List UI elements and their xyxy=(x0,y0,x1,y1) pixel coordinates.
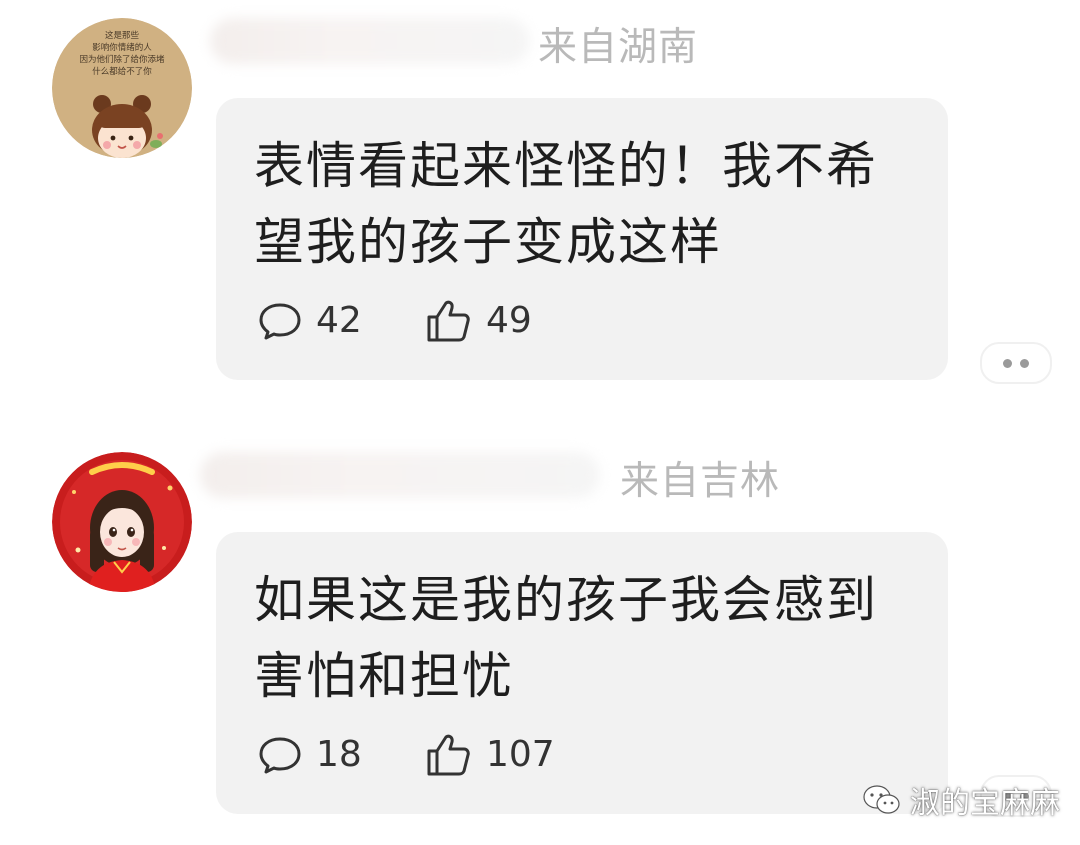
avatar-caption-line: 因为他们除了给你添堵 xyxy=(79,54,165,65)
reply-button[interactable]: 42 xyxy=(258,298,362,344)
comment-text: 表情看起来怪怪的！我不希望我的孩子变成这样 xyxy=(254,137,878,271)
like-button[interactable]: 107 xyxy=(426,732,555,778)
thumbs-up-icon xyxy=(426,733,472,777)
comment-text: 如果这是我的孩子我会感到害怕和担忧 xyxy=(254,571,878,705)
wechat-icon xyxy=(862,783,902,817)
reply-count: 18 xyxy=(316,734,362,775)
avatar[interactable] xyxy=(52,452,192,592)
comment-bubble[interactable]: 如果这是我的孩子我会感到害怕和担忧 18 107 xyxy=(216,532,948,814)
reply-count: 42 xyxy=(316,300,362,341)
avatar[interactable]: 这是那些 影响你情绪的人 因为他们除了给你添堵 什么都给不了你 xyxy=(52,18,192,158)
watermark-label: 淑的宝麻麻 xyxy=(910,786,1060,821)
avatar-caption-line: 这是那些 xyxy=(105,30,140,41)
like-count: 49 xyxy=(486,300,532,341)
avatar-girl-with-buns-image: 这是那些 影响你情绪的人 因为他们除了给你添堵 什么都给不了你 xyxy=(52,18,192,158)
avatar-caption-line: 影响你情绪的人 xyxy=(92,42,152,53)
avatar-new-year-girl-image xyxy=(52,452,192,592)
reply-button[interactable]: 18 xyxy=(258,732,362,778)
thumbs-up-icon xyxy=(426,299,472,343)
like-button[interactable]: 49 xyxy=(426,298,532,344)
like-count: 107 xyxy=(486,734,555,775)
account-watermark: 淑的宝麻麻 xyxy=(862,778,1060,822)
comment-location: 来自吉林 xyxy=(620,459,781,504)
comment-list: 这是那些 影响你情绪的人 因为他们除了给你添堵 什么都给不了你 来自湖南 表情看… xyxy=(0,0,1080,845)
more-dots-icon xyxy=(1003,358,1012,368)
username-blurred xyxy=(210,18,530,64)
more-options-button[interactable] xyxy=(980,342,1052,384)
comment-bubble-icon xyxy=(258,735,302,775)
comment-location: 来自湖南 xyxy=(538,25,699,70)
more-dots-icon xyxy=(1020,358,1029,368)
comment-bubble[interactable]: 表情看起来怪怪的！我不希望我的孩子变成这样 42 49 xyxy=(216,98,948,380)
comment-bubble-icon xyxy=(258,301,302,341)
username-blurred xyxy=(200,452,600,498)
avatar-caption-line: 什么都给不了你 xyxy=(92,66,152,77)
